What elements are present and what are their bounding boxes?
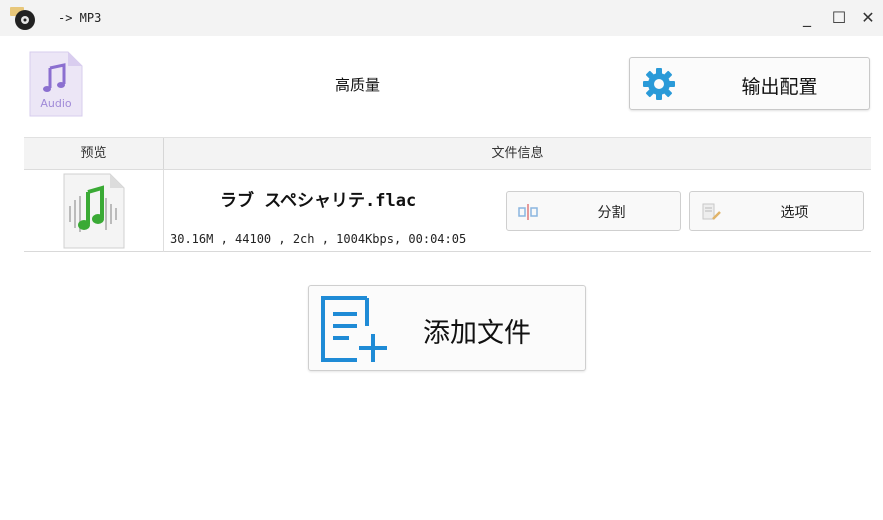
format-badge-text: Audio	[40, 97, 72, 110]
quality-label[interactable]: 高质量	[300, 74, 415, 95]
split-icon	[518, 204, 538, 220]
split-button[interactable]: 分割	[506, 191, 681, 231]
title-bar: -> MP3 _ ☐ ✕	[0, 0, 883, 36]
table-row[interactable]: ラブ スペシャリテ.flac 30.16M , 44100 , 2ch , 10…	[24, 170, 871, 252]
add-file-label: 添加文件	[423, 318, 531, 349]
file-details: 30.16M , 44100 , 2ch , 1004Kbps, 00:04:0…	[170, 232, 467, 246]
output-config-label: 输出配置	[741, 76, 818, 98]
add-file-icon	[321, 296, 387, 362]
column-divider	[163, 170, 164, 252]
options-label: 选项	[780, 205, 809, 221]
options-icon	[702, 203, 721, 220]
app-logo-icon	[10, 7, 35, 30]
options-button[interactable]: 选项	[689, 191, 864, 231]
gear-icon	[643, 68, 675, 100]
maximize-button[interactable]: ☐	[827, 6, 851, 30]
close-button[interactable]: ✕	[856, 6, 880, 30]
file-table-header: 预览 文件信息	[24, 137, 871, 170]
header-preview: 预览	[24, 138, 164, 169]
file-name: ラブ スペシャリテ.flac	[220, 191, 417, 211]
window-title: -> MP3	[58, 11, 102, 25]
audio-format-icon[interactable]: Audio	[28, 50, 84, 118]
add-file-button[interactable]: 添加文件	[308, 285, 586, 371]
output-config-button[interactable]: 输出配置	[629, 57, 870, 110]
header-file-info: 文件信息	[491, 146, 544, 161]
music-file-thumbnail-icon	[63, 173, 125, 249]
split-label: 分割	[597, 205, 626, 221]
minimize-button[interactable]: _	[795, 6, 819, 30]
